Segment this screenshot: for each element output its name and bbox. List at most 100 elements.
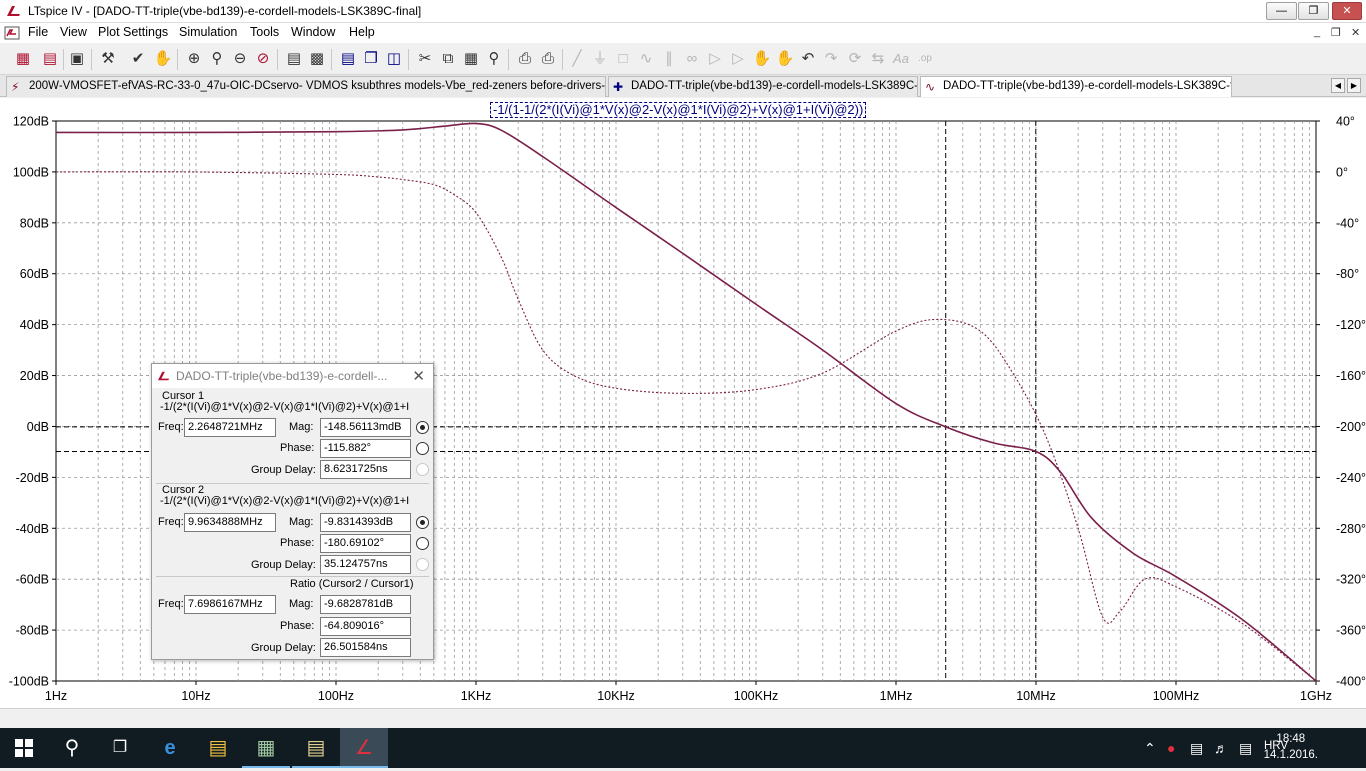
- inductor-icon[interactable]: ∞: [682, 49, 702, 69]
- ratio-phase-label: Phase:: [280, 620, 315, 632]
- cut-icon[interactable]: ✂: [415, 49, 435, 69]
- network-icon[interactable]: ▤: [1190, 740, 1203, 757]
- cursor2-mag-field[interactable]: -9.8314393dB: [320, 513, 411, 532]
- cursor1-phase-radio[interactable]: [416, 442, 429, 455]
- text-icon[interactable]: Aa: [891, 49, 911, 69]
- folder-icon[interactable]: ▤: [292, 728, 340, 768]
- move-icon[interactable]: ✋: [752, 49, 772, 69]
- copy-icon[interactable]: ⧉: [438, 49, 458, 69]
- mdi-close-button[interactable]: ✕: [1351, 26, 1360, 39]
- redo-icon[interactable]: ↷: [821, 49, 841, 69]
- tab-waveform-dado[interactable]: ∿ DADO-TT-triple(vbe-bd139)-e-cordell-mo…: [920, 76, 1232, 97]
- zoom-cancel-icon[interactable]: ⊘: [253, 49, 273, 69]
- document-icon[interactable]: [4, 26, 20, 40]
- diode-icon[interactable]: ▷: [705, 49, 725, 69]
- mdi-restore-button[interactable]: ❐: [1331, 26, 1341, 39]
- tile-horizontal-icon[interactable]: ▤: [338, 49, 358, 69]
- restore-button[interactable]: ❐: [1298, 2, 1329, 20]
- wire-icon[interactable]: ╱: [567, 49, 587, 69]
- cursor1-group-delay-radio[interactable]: [416, 463, 429, 476]
- print-icon[interactable]: ⎙: [538, 49, 558, 69]
- ratio-group-delay-field[interactable]: 26.501584ns: [320, 638, 411, 657]
- toolbar: ▦ ▤ ▣ ⚒ ✔ ✋ ⊕ ⚲ ⊖ ⊘ ▤ ▩ ▤ ❐ ◫ ✂ ⧉ ▦ ⚲ ⎙ …: [0, 44, 1366, 75]
- cursor1-mag-field[interactable]: -148.56113mdB: [320, 418, 411, 437]
- y-tick-label: 120dB: [13, 115, 49, 129]
- grid-icon[interactable]: ▩: [307, 49, 327, 69]
- capacitor-icon[interactable]: ∥: [659, 49, 679, 69]
- cascade-icon[interactable]: ❐: [361, 49, 381, 69]
- find-icon[interactable]: ⚲: [484, 49, 504, 69]
- autorange-icon[interactable]: ▤: [284, 49, 304, 69]
- menu-window[interactable]: Window: [291, 25, 335, 39]
- tab-schematic-200w[interactable]: ⚡ 200W-VMOSFET-efVAS-RC-33-0_47u-OIC-DCs…: [6, 76, 606, 97]
- ratio-mag-field[interactable]: -9.6828781dB: [320, 595, 411, 614]
- tab-schematic-dado[interactable]: ✚ DADO-TT-triple(vbe-bd139)-e-cordell-mo…: [608, 76, 918, 97]
- rotate-icon[interactable]: ⟳: [845, 49, 865, 69]
- resistor-icon[interactable]: ∿: [636, 49, 656, 69]
- cursor2-group-delay-radio[interactable]: [416, 558, 429, 571]
- tab-scroll-right-button[interactable]: ▶: [1347, 78, 1361, 93]
- close-icon[interactable]: ✕: [412, 367, 425, 385]
- component-icon[interactable]: ▷: [728, 49, 748, 69]
- acrobat-icon[interactable]: ●: [1167, 740, 1175, 756]
- ratio-freq-field[interactable]: 7.6986167MHz: [184, 595, 276, 614]
- menu-view[interactable]: View: [60, 25, 87, 39]
- cursor2-freq-field[interactable]: 9.9634888MHz: [184, 513, 276, 532]
- menu-simulation[interactable]: Simulation: [179, 25, 237, 39]
- ratio-phase-field[interactable]: -64.809016°: [320, 617, 411, 636]
- zoom-in-icon[interactable]: ⊕: [184, 49, 204, 69]
- search-icon[interactable]: ⚲: [48, 728, 96, 768]
- title-bar: LTspice IV - [DADO-TT-triple(vbe-bd139)-…: [0, 0, 1366, 23]
- cursor2-group-delay-label: Group Delay:: [251, 559, 316, 571]
- trace-expression-label[interactable]: -1/(1-1/(2*(I(Vi)@1*V(x)@2-V(x)@1*I(Vi)@…: [490, 102, 867, 118]
- cursor2-mag-radio[interactable]: [416, 516, 429, 529]
- menu-help[interactable]: Help: [349, 25, 375, 39]
- file-explorer-icon[interactable]: ▤: [194, 728, 242, 768]
- ground-icon[interactable]: ⏚: [590, 49, 610, 69]
- ltspice-icon[interactable]: ∠: [340, 728, 388, 768]
- chevron-up-icon[interactable]: ⌃: [1144, 740, 1156, 757]
- edge-icon[interactable]: e: [146, 728, 194, 768]
- ratio-heading: Ratio (Cursor2 / Cursor1): [290, 578, 414, 590]
- notification-icon[interactable]: ▤: [1239, 740, 1252, 757]
- volume-icon[interactable]: ♬: [1214, 740, 1228, 756]
- minimize-button[interactable]: —: [1266, 2, 1297, 20]
- cursor2-group-delay-field[interactable]: 35.124757ns: [320, 555, 411, 574]
- spice-directive-icon[interactable]: .op: [915, 49, 935, 69]
- dialog-title-bar[interactable]: DADO-TT-triple(vbe-bd139)-e-cordell-... …: [152, 364, 433, 388]
- drag-icon[interactable]: ✋: [775, 49, 795, 69]
- control-panel-icon[interactable]: ⚒: [98, 49, 118, 69]
- cursor1-freq-field[interactable]: 2.2648721MHz: [184, 418, 276, 437]
- cursor2-phase-radio[interactable]: [416, 537, 429, 550]
- halt-icon[interactable]: ✋: [153, 49, 173, 69]
- mirror-icon[interactable]: ⇆: [868, 49, 888, 69]
- print-preview-icon[interactable]: ⎙: [515, 49, 535, 69]
- tab-scroll-left-button[interactable]: ◀: [1331, 78, 1345, 93]
- open-icon[interactable]: ▤: [40, 49, 60, 69]
- undo-icon[interactable]: ↶: [798, 49, 818, 69]
- cursor1-phase-field[interactable]: -115.882°: [320, 439, 411, 458]
- mdi-minimize-button[interactable]: _: [1314, 26, 1320, 38]
- clock[interactable]: 18:48 14.1.2016.: [1264, 731, 1318, 763]
- menu-tools[interactable]: Tools: [250, 25, 279, 39]
- menu-plot-settings[interactable]: Plot Settings: [98, 25, 168, 39]
- zoom-out-icon[interactable]: ⊖: [230, 49, 250, 69]
- run-icon[interactable]: ✔: [128, 49, 148, 69]
- calculator-icon[interactable]: ▦: [242, 728, 290, 768]
- y2-tick-label: 40°: [1336, 115, 1355, 129]
- label-icon[interactable]: □: [613, 49, 633, 69]
- cursor2-phase-field[interactable]: -180.69102°: [320, 534, 411, 553]
- cursor1-mag-radio[interactable]: [416, 421, 429, 434]
- save-icon[interactable]: ▣: [67, 49, 87, 69]
- new-schematic-icon[interactable]: ▦: [13, 49, 33, 69]
- menu-file[interactable]: File: [28, 25, 48, 39]
- close-button[interactable]: ✕: [1332, 2, 1362, 20]
- start-icon[interactable]: [0, 728, 48, 768]
- tile-vertical-icon[interactable]: ◫: [384, 49, 404, 69]
- cursor1-group-delay-field[interactable]: 8.6231725ns: [320, 460, 411, 479]
- task-view-icon[interactable]: ❐: [96, 728, 144, 768]
- zoom-fit-icon[interactable]: ⚲: [207, 49, 227, 69]
- menu-bar: File View Plot Settings Simulation Tools…: [0, 23, 1366, 43]
- paste-icon[interactable]: ▦: [461, 49, 481, 69]
- tab-label: DADO-TT-triple(vbe-bd139)-e-cordell-mode…: [943, 80, 1232, 92]
